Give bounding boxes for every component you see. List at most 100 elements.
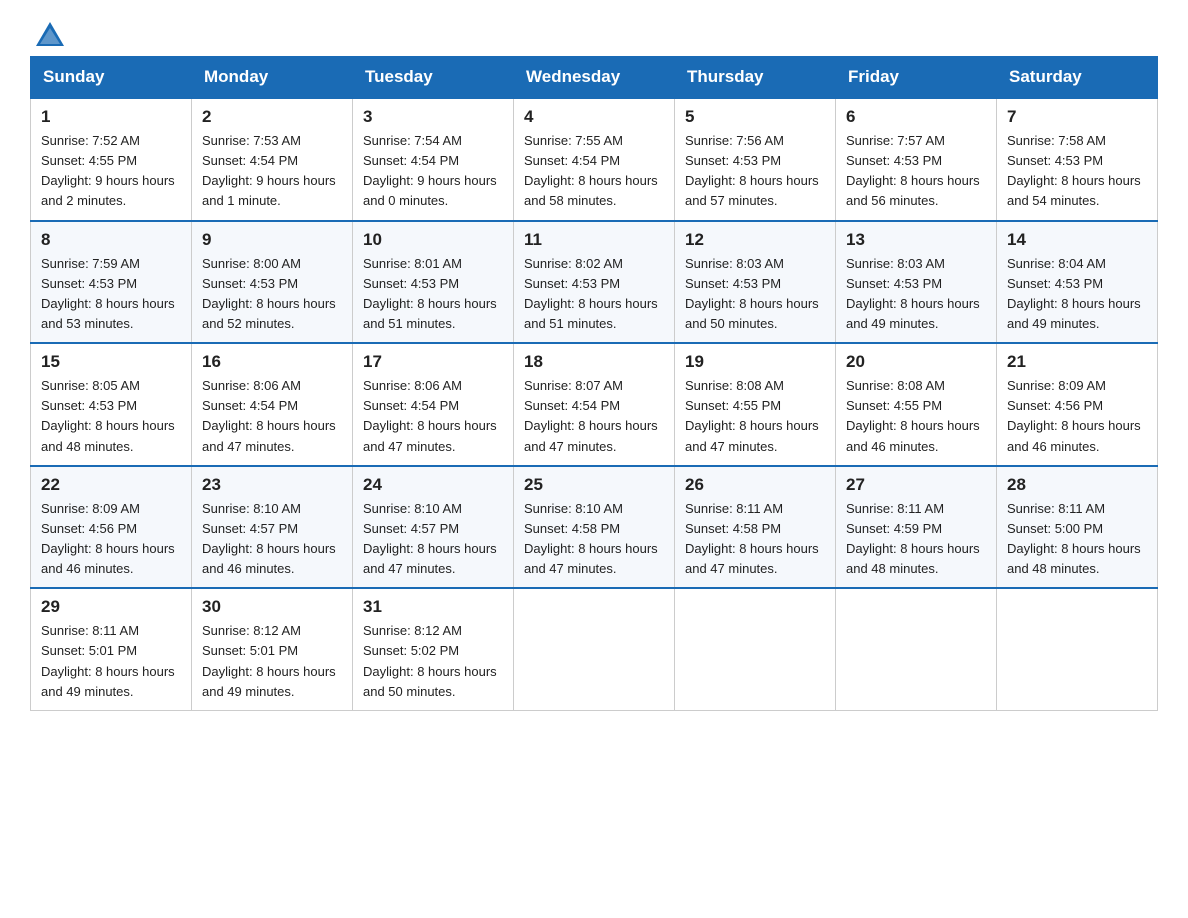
day-info: Sunrise: 8:11 AMSunset: 5:01 PMDaylight:… bbox=[41, 621, 181, 702]
calendar-day-cell: 23 Sunrise: 8:10 AMSunset: 4:57 PMDaylig… bbox=[192, 466, 353, 589]
calendar-day-cell: 3 Sunrise: 7:54 AMSunset: 4:54 PMDayligh… bbox=[353, 98, 514, 221]
day-number: 9 bbox=[202, 230, 342, 250]
calendar-day-cell: 6 Sunrise: 7:57 AMSunset: 4:53 PMDayligh… bbox=[836, 98, 997, 221]
day-info: Sunrise: 7:52 AMSunset: 4:55 PMDaylight:… bbox=[41, 131, 181, 212]
calendar-header-tuesday: Tuesday bbox=[353, 57, 514, 99]
day-number: 1 bbox=[41, 107, 181, 127]
day-number: 16 bbox=[202, 352, 342, 372]
calendar-day-cell: 21 Sunrise: 8:09 AMSunset: 4:56 PMDaylig… bbox=[997, 343, 1158, 466]
day-number: 21 bbox=[1007, 352, 1147, 372]
calendar-header-saturday: Saturday bbox=[997, 57, 1158, 99]
calendar-day-cell: 2 Sunrise: 7:53 AMSunset: 4:54 PMDayligh… bbox=[192, 98, 353, 221]
day-info: Sunrise: 8:02 AMSunset: 4:53 PMDaylight:… bbox=[524, 254, 664, 335]
day-number: 29 bbox=[41, 597, 181, 617]
calendar-day-cell: 29 Sunrise: 8:11 AMSunset: 5:01 PMDaylig… bbox=[31, 588, 192, 710]
day-number: 3 bbox=[363, 107, 503, 127]
calendar-day-cell: 7 Sunrise: 7:58 AMSunset: 4:53 PMDayligh… bbox=[997, 98, 1158, 221]
calendar-day-cell: 17 Sunrise: 8:06 AMSunset: 4:54 PMDaylig… bbox=[353, 343, 514, 466]
day-number: 5 bbox=[685, 107, 825, 127]
calendar-day-cell: 25 Sunrise: 8:10 AMSunset: 4:58 PMDaylig… bbox=[514, 466, 675, 589]
calendar-day-cell: 31 Sunrise: 8:12 AMSunset: 5:02 PMDaylig… bbox=[353, 588, 514, 710]
day-number: 14 bbox=[1007, 230, 1147, 250]
day-number: 28 bbox=[1007, 475, 1147, 495]
day-number: 18 bbox=[524, 352, 664, 372]
day-number: 17 bbox=[363, 352, 503, 372]
day-number: 30 bbox=[202, 597, 342, 617]
calendar-day-cell: 14 Sunrise: 8:04 AMSunset: 4:53 PMDaylig… bbox=[997, 221, 1158, 344]
day-info: Sunrise: 8:11 AMSunset: 4:59 PMDaylight:… bbox=[846, 499, 986, 580]
day-info: Sunrise: 7:54 AMSunset: 4:54 PMDaylight:… bbox=[363, 131, 503, 212]
day-info: Sunrise: 8:11 AMSunset: 4:58 PMDaylight:… bbox=[685, 499, 825, 580]
day-info: Sunrise: 8:12 AMSunset: 5:01 PMDaylight:… bbox=[202, 621, 342, 702]
day-info: Sunrise: 8:10 AMSunset: 4:57 PMDaylight:… bbox=[202, 499, 342, 580]
calendar-day-cell: 24 Sunrise: 8:10 AMSunset: 4:57 PMDaylig… bbox=[353, 466, 514, 589]
day-info: Sunrise: 7:59 AMSunset: 4:53 PMDaylight:… bbox=[41, 254, 181, 335]
calendar-week-row: 1 Sunrise: 7:52 AMSunset: 4:55 PMDayligh… bbox=[31, 98, 1158, 221]
calendar-day-cell: 5 Sunrise: 7:56 AMSunset: 4:53 PMDayligh… bbox=[675, 98, 836, 221]
calendar-day-cell: 28 Sunrise: 8:11 AMSunset: 5:00 PMDaylig… bbox=[997, 466, 1158, 589]
calendar-day-cell: 10 Sunrise: 8:01 AMSunset: 4:53 PMDaylig… bbox=[353, 221, 514, 344]
day-number: 19 bbox=[685, 352, 825, 372]
day-info: Sunrise: 8:05 AMSunset: 4:53 PMDaylight:… bbox=[41, 376, 181, 457]
calendar-week-row: 29 Sunrise: 8:11 AMSunset: 5:01 PMDaylig… bbox=[31, 588, 1158, 710]
day-number: 27 bbox=[846, 475, 986, 495]
day-number: 8 bbox=[41, 230, 181, 250]
day-number: 22 bbox=[41, 475, 181, 495]
day-info: Sunrise: 7:58 AMSunset: 4:53 PMDaylight:… bbox=[1007, 131, 1147, 212]
day-info: Sunrise: 8:00 AMSunset: 4:53 PMDaylight:… bbox=[202, 254, 342, 335]
day-number: 12 bbox=[685, 230, 825, 250]
day-info: Sunrise: 8:10 AMSunset: 4:57 PMDaylight:… bbox=[363, 499, 503, 580]
day-info: Sunrise: 8:04 AMSunset: 4:53 PMDaylight:… bbox=[1007, 254, 1147, 335]
calendar-day-cell: 15 Sunrise: 8:05 AMSunset: 4:53 PMDaylig… bbox=[31, 343, 192, 466]
day-info: Sunrise: 8:08 AMSunset: 4:55 PMDaylight:… bbox=[846, 376, 986, 457]
calendar-header-wednesday: Wednesday bbox=[514, 57, 675, 99]
calendar-week-row: 8 Sunrise: 7:59 AMSunset: 4:53 PMDayligh… bbox=[31, 221, 1158, 344]
day-number: 11 bbox=[524, 230, 664, 250]
calendar-day-cell: 8 Sunrise: 7:59 AMSunset: 4:53 PMDayligh… bbox=[31, 221, 192, 344]
day-info: Sunrise: 8:03 AMSunset: 4:53 PMDaylight:… bbox=[846, 254, 986, 335]
calendar-day-cell: 12 Sunrise: 8:03 AMSunset: 4:53 PMDaylig… bbox=[675, 221, 836, 344]
day-info: Sunrise: 8:06 AMSunset: 4:54 PMDaylight:… bbox=[363, 376, 503, 457]
logo bbox=[30, 20, 66, 48]
day-number: 7 bbox=[1007, 107, 1147, 127]
day-info: Sunrise: 8:10 AMSunset: 4:58 PMDaylight:… bbox=[524, 499, 664, 580]
day-info: Sunrise: 8:08 AMSunset: 4:55 PMDaylight:… bbox=[685, 376, 825, 457]
day-number: 10 bbox=[363, 230, 503, 250]
day-number: 2 bbox=[202, 107, 342, 127]
empty-cell bbox=[997, 588, 1158, 710]
calendar-day-cell: 20 Sunrise: 8:08 AMSunset: 4:55 PMDaylig… bbox=[836, 343, 997, 466]
day-number: 26 bbox=[685, 475, 825, 495]
day-number: 24 bbox=[363, 475, 503, 495]
calendar-table: SundayMondayTuesdayWednesdayThursdayFrid… bbox=[30, 56, 1158, 711]
day-info: Sunrise: 7:56 AMSunset: 4:53 PMDaylight:… bbox=[685, 131, 825, 212]
day-number: 20 bbox=[846, 352, 986, 372]
day-number: 23 bbox=[202, 475, 342, 495]
calendar-header-friday: Friday bbox=[836, 57, 997, 99]
calendar-day-cell: 19 Sunrise: 8:08 AMSunset: 4:55 PMDaylig… bbox=[675, 343, 836, 466]
logo-blue-text bbox=[30, 20, 66, 48]
empty-cell bbox=[514, 588, 675, 710]
calendar-header-row: SundayMondayTuesdayWednesdayThursdayFrid… bbox=[31, 57, 1158, 99]
calendar-week-row: 15 Sunrise: 8:05 AMSunset: 4:53 PMDaylig… bbox=[31, 343, 1158, 466]
calendar-day-cell: 30 Sunrise: 8:12 AMSunset: 5:01 PMDaylig… bbox=[192, 588, 353, 710]
calendar-day-cell: 26 Sunrise: 8:11 AMSunset: 4:58 PMDaylig… bbox=[675, 466, 836, 589]
calendar-day-cell: 9 Sunrise: 8:00 AMSunset: 4:53 PMDayligh… bbox=[192, 221, 353, 344]
day-number: 6 bbox=[846, 107, 986, 127]
calendar-day-cell: 16 Sunrise: 8:06 AMSunset: 4:54 PMDaylig… bbox=[192, 343, 353, 466]
day-info: Sunrise: 8:01 AMSunset: 4:53 PMDaylight:… bbox=[363, 254, 503, 335]
empty-cell bbox=[836, 588, 997, 710]
calendar-header-thursday: Thursday bbox=[675, 57, 836, 99]
calendar-day-cell: 18 Sunrise: 8:07 AMSunset: 4:54 PMDaylig… bbox=[514, 343, 675, 466]
day-info: Sunrise: 8:06 AMSunset: 4:54 PMDaylight:… bbox=[202, 376, 342, 457]
day-info: Sunrise: 8:03 AMSunset: 4:53 PMDaylight:… bbox=[685, 254, 825, 335]
day-info: Sunrise: 8:09 AMSunset: 4:56 PMDaylight:… bbox=[1007, 376, 1147, 457]
calendar-day-cell: 1 Sunrise: 7:52 AMSunset: 4:55 PMDayligh… bbox=[31, 98, 192, 221]
calendar-day-cell: 13 Sunrise: 8:03 AMSunset: 4:53 PMDaylig… bbox=[836, 221, 997, 344]
day-info: Sunrise: 7:57 AMSunset: 4:53 PMDaylight:… bbox=[846, 131, 986, 212]
day-info: Sunrise: 8:07 AMSunset: 4:54 PMDaylight:… bbox=[524, 376, 664, 457]
day-number: 15 bbox=[41, 352, 181, 372]
calendar-day-cell: 22 Sunrise: 8:09 AMSunset: 4:56 PMDaylig… bbox=[31, 466, 192, 589]
calendar-header-monday: Monday bbox=[192, 57, 353, 99]
day-number: 25 bbox=[524, 475, 664, 495]
header bbox=[30, 20, 1158, 48]
